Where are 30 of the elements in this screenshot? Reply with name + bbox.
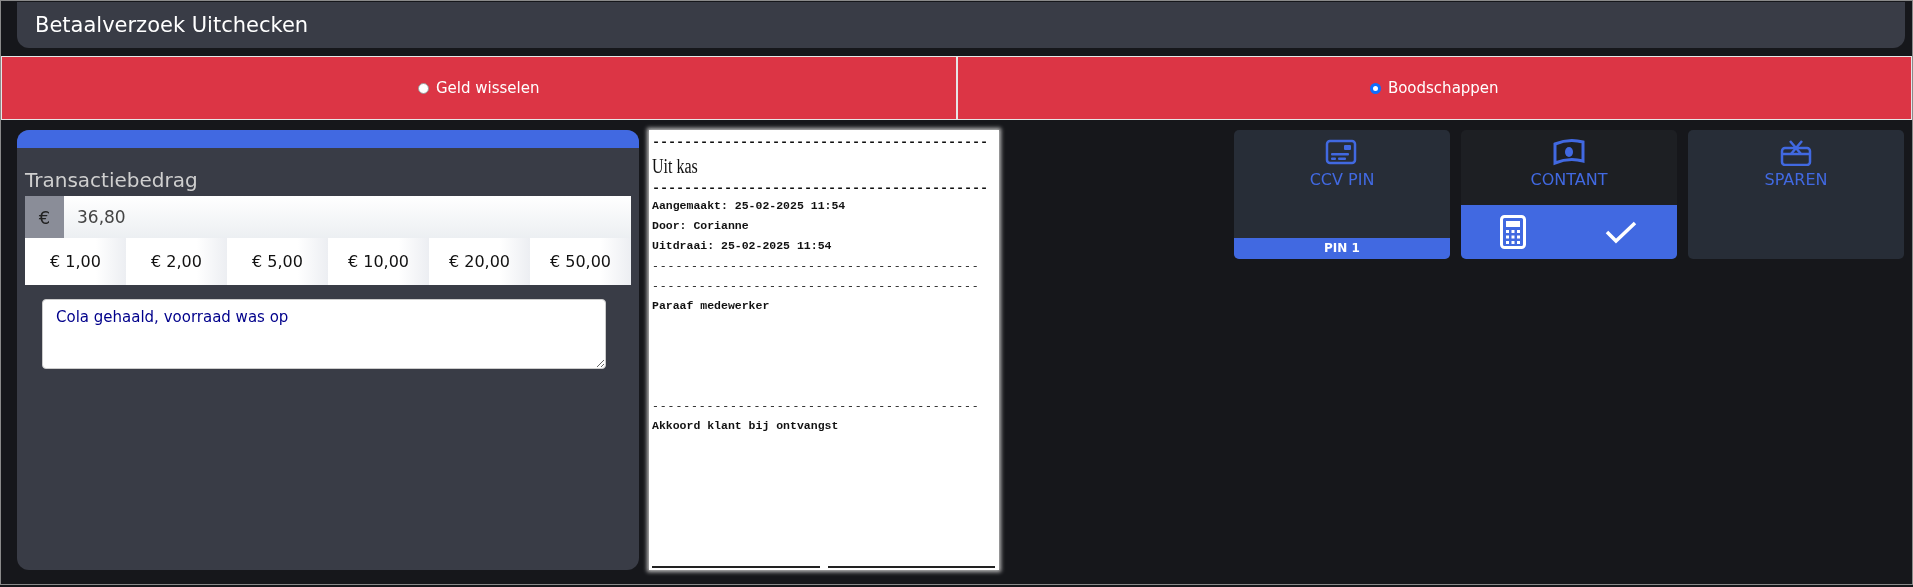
receipt-line: Uitdraai: 25-02-2025 11:54 [652, 238, 833, 254]
radio-button[interactable] [418, 82, 429, 94]
payment-tile[interactable]: CCV PIN PIN 1 [1234, 130, 1450, 259]
tab[interactable]: Boodschappen [956, 56, 1912, 120]
gift-icon [1779, 138, 1813, 166]
tab[interactable]: Geld wisselen [1, 56, 957, 120]
dashed-rule: ------------------------------------------ [652, 136, 990, 150]
pin-badge: PIN 1 [1234, 238, 1450, 259]
payment-label: CCV PIN [1309, 170, 1375, 189]
note-field[interactable]: Cola gehaald, voorraad was op [42, 299, 606, 369]
receipt-title: Uit kas [652, 154, 699, 179]
dashed-rule: ------------------------------------------ [652, 278, 981, 294]
payment-label: SPAREN [1764, 170, 1828, 189]
dashed-rule: ------------------------------------------ [652, 398, 981, 414]
receipt-line: Paraaf medewerker [652, 298, 771, 314]
payment-label: CONTANT [1530, 170, 1608, 189]
calculator-icon [1500, 215, 1526, 249]
receipt-line: Aangemaakt: 25-02-2025 11:54 [652, 198, 847, 214]
amount-input[interactable]: 36,80 [64, 196, 631, 238]
banknote-icon [1552, 138, 1586, 166]
dashed-rule: ------------------------------------------ [652, 182, 990, 196]
receipt-line: Door: Corianne [652, 218, 750, 234]
dashed-rule: ------------------------------------------ [652, 258, 981, 274]
currency-addon: € [25, 196, 64, 238]
radio-button[interactable] [1369, 82, 1381, 94]
checkmark-icon [1604, 220, 1638, 244]
receipt-line: Akkoord klant bij ontvangst [652, 418, 840, 434]
card-icon [1325, 138, 1359, 166]
page-title: Betaalverzoek Uitchecken [35, 13, 309, 37]
field-label: Transactiebedrag [25, 168, 199, 192]
